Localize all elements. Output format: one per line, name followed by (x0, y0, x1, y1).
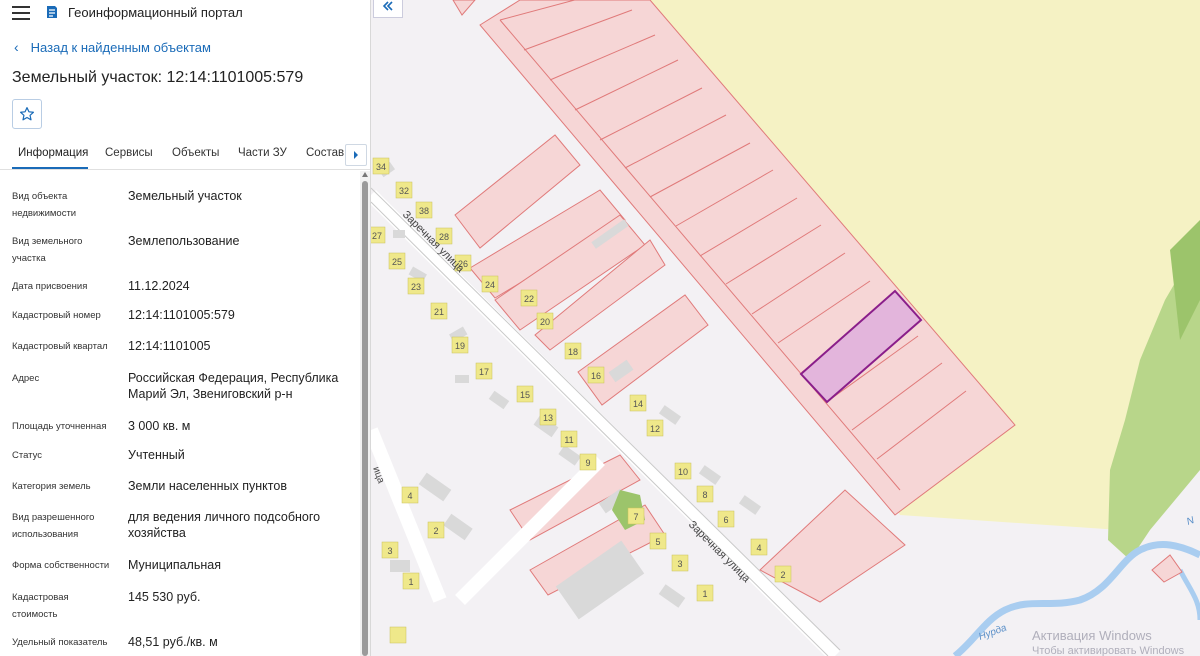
windows-activation-watermark-sub: Чтобы активировать Windows (1032, 645, 1185, 656)
svg-text:18: 18 (568, 347, 578, 357)
svg-text:21: 21 (434, 307, 444, 317)
app-root: Геоинформационный портал ‹ Назад к найде… (0, 0, 1200, 656)
svg-text:8: 8 (702, 490, 707, 500)
page-title: Земельный участок: 12:14:1101005:579 (12, 69, 304, 86)
svg-text:19: 19 (455, 341, 465, 351)
star-icon (20, 107, 34, 121)
svg-text:27: 27 (372, 231, 382, 241)
property-key: Вид разрешенного использования (12, 512, 95, 540)
property-value: 145 530 руб. (128, 590, 201, 604)
property-value: Муниципальная (128, 558, 221, 572)
svg-text:20: 20 (540, 317, 550, 327)
property-value: 12:14:1101005:579 (128, 308, 235, 322)
cadastral-map[interactable]: 34 32 38 27 28 25 26 23 24 21 22 19 20 17 18 15 16 1… (371, 0, 1200, 656)
hamburger-menu-icon[interactable] (12, 6, 30, 20)
svg-text:22: 22 (524, 294, 534, 304)
back-link-label: Назад к найденным объектам (30, 39, 211, 55)
svg-text:14: 14 (633, 399, 643, 409)
svg-text:23: 23 (411, 282, 421, 292)
svg-text:9: 9 (585, 458, 590, 468)
property-value: Российская Федерация, Республика Марий Э… (128, 371, 339, 401)
info-sidebar: Геоинформационный портал ‹ Назад к найде… (0, 0, 371, 656)
svg-text:17: 17 (479, 367, 489, 377)
tab-services[interactable]: Сервисы (105, 147, 153, 159)
property-value: 3 000 кв. м (128, 419, 191, 433)
map-canvas[interactable]: 343238 27 2825 2623 24 212219 201718 15161… (371, 0, 1200, 656)
tab-parts[interactable]: Части ЗУ (238, 147, 287, 159)
svg-text:2: 2 (780, 570, 785, 580)
svg-text:32: 32 (399, 186, 409, 196)
property-key: Удельный показатель (12, 637, 108, 648)
property-value: 11.12.2024 (128, 279, 190, 293)
scrollbar-thumb[interactable] (362, 181, 368, 656)
tab-composition[interactable]: Состав (306, 147, 344, 159)
property-value: Землепользование (128, 234, 240, 248)
svg-text:38: 38 (419, 206, 429, 216)
street-label: Заречная улица (686, 519, 753, 586)
svg-text:10: 10 (678, 467, 688, 477)
svg-text:24: 24 (485, 280, 495, 290)
property-key: Кадастровый квартал (12, 341, 108, 352)
svg-text:7: 7 (633, 512, 638, 522)
property-value: для ведения личного подсобного хозяйства (128, 510, 321, 540)
property-value: Земли населенных пунктов (128, 479, 287, 493)
svg-text:13: 13 (543, 413, 553, 423)
property-key: Форма собственности (12, 560, 110, 571)
svg-text:12: 12 (650, 424, 660, 434)
chevron-left-icon: ‹ (14, 39, 19, 55)
collapse-sidebar-button[interactable] (373, 0, 403, 18)
svg-text:3: 3 (387, 546, 392, 556)
double-chevron-left-icon (382, 1, 393, 11)
property-value: 12:14:1101005 (128, 339, 211, 353)
property-key: Дата присвоения (12, 281, 88, 292)
river-branch (1177, 568, 1200, 621)
svg-text:1: 1 (408, 577, 413, 587)
scroll-up-arrow-icon[interactable] (362, 172, 368, 177)
property-key: Вид земельного участка (12, 236, 83, 264)
tabs-scroll-right-button[interactable] (345, 144, 367, 166)
windows-activation-watermark: Активация Windows (1032, 628, 1152, 643)
property-key: Вид объекта недвижимости (12, 191, 77, 219)
property-key: Адрес (12, 373, 40, 384)
property-value: Учтенный (128, 448, 185, 462)
svg-text:25: 25 (392, 257, 402, 267)
svg-text:4: 4 (756, 543, 761, 553)
svg-text:16: 16 (591, 371, 601, 381)
svg-text:15: 15 (520, 390, 530, 400)
property-key: Площадь уточненная (12, 421, 107, 432)
property-key: Категория земель (12, 481, 91, 492)
property-value: 48,51 руб./кв. м (128, 635, 218, 649)
tab-objects[interactable]: Объекты (172, 147, 219, 159)
portal-logo-icon (47, 6, 57, 18)
active-tab-indicator (12, 167, 88, 169)
tab-bar: Информация Сервисы Объекты Части ЗУ Сост… (0, 140, 370, 170)
property-key: Статус (12, 450, 43, 461)
svg-text:1: 1 (702, 589, 707, 599)
tab-information[interactable]: Информация (18, 147, 88, 159)
property-key: Кадастровый номер (12, 310, 101, 321)
caret-right-icon (354, 151, 358, 159)
svg-text:3: 3 (677, 559, 682, 569)
svg-text:11: 11 (564, 435, 573, 445)
property-value: Земельный участок (128, 189, 242, 203)
app-title: Геоинформационный портал (68, 5, 243, 20)
sidebar-scrollbar[interactable] (360, 171, 370, 656)
svg-text:4: 4 (407, 491, 412, 501)
property-key: Кадастровая стоимость (12, 592, 69, 620)
svg-text:34: 34 (376, 162, 386, 172)
back-to-results-link[interactable]: ‹ Назад к найденным объектам (14, 39, 211, 55)
svg-text:6: 6 (723, 515, 728, 525)
favorite-button[interactable] (12, 99, 42, 129)
svg-text:2: 2 (433, 526, 438, 536)
svg-text:5: 5 (655, 537, 660, 547)
river-label-partial: N (1185, 515, 1196, 528)
